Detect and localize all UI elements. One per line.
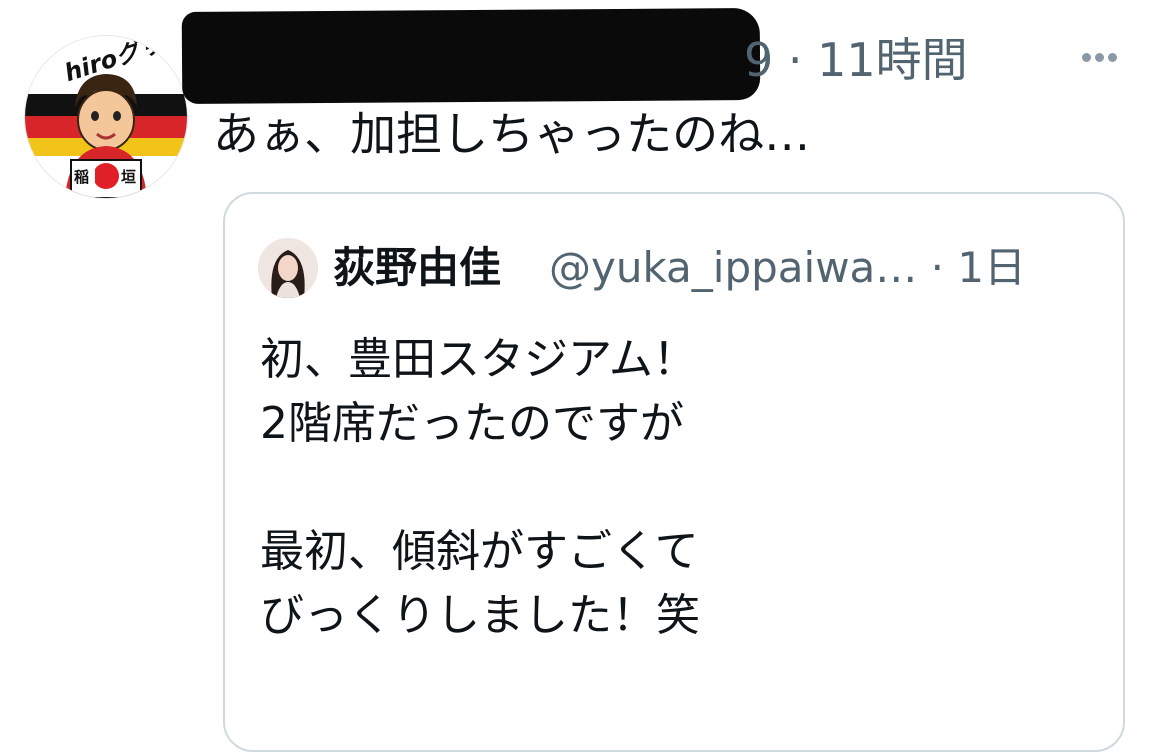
- quoted-avatar-photo: [258, 238, 318, 298]
- quoted-text-line: [260, 456, 700, 520]
- tweet[interactable]: hiroグリ 稲 垣 9 · 11時間 あぁ、加担しちゃったのね… 荻野由佳 @…: [0, 0, 1162, 752]
- quoted-user-avatar[interactable]: [258, 238, 318, 298]
- avatar-left-kanji: 稲: [74, 168, 89, 186]
- quoted-text-line: びっくりしました！笑: [260, 590, 700, 641]
- user-avatar[interactable]: hiroグリ 稲 垣: [25, 36, 187, 198]
- quoted-tweet-text: 初、豊田スタジアム！ 2階席だったのですが 最初、傾斜がすごくて びっくりしまし…: [260, 328, 700, 648]
- quoted-text-line: 初、豊田スタジアム！: [260, 334, 697, 385]
- quoted-text-line: 最初、傾斜がすごくて: [260, 526, 699, 577]
- quoted-text-line: 2階席だったのですが: [260, 398, 684, 449]
- quoted-user-name[interactable]: 荻野由佳: [333, 240, 501, 296]
- avatar-right-kanji: 垣: [121, 168, 136, 186]
- more-horizontal-icon[interactable]: [1080, 50, 1120, 64]
- quoted-user-handle-time[interactable]: @yuka_ippaiwa… · 1日: [549, 240, 1026, 296]
- redacted-username: [181, 7, 761, 105]
- tweet-text: あぁ、加担しちゃったのね…: [213, 107, 811, 161]
- avatar-illustration: hiroグリ 稲 垣: [25, 36, 187, 198]
- tweet-timestamp[interactable]: 9 · 11時間: [744, 30, 968, 90]
